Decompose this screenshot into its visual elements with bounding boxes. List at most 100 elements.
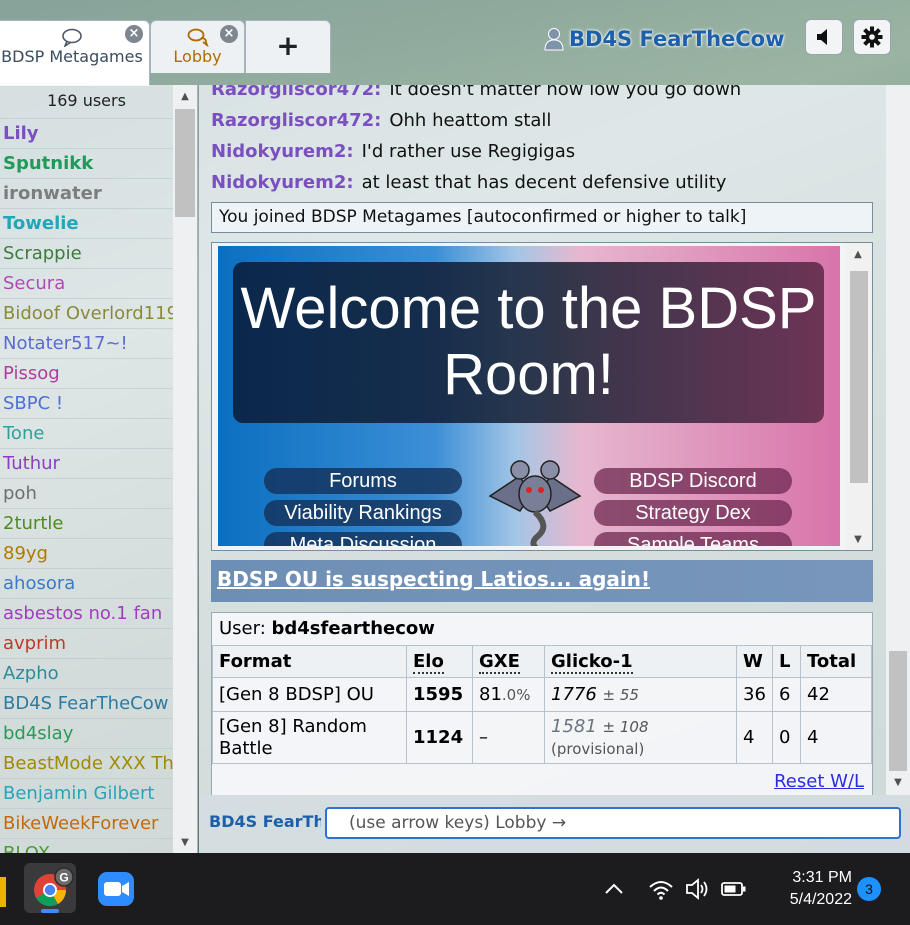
user-list-item[interactable]: ironwater (0, 179, 173, 209)
user-list-item[interactable]: avprim (0, 629, 173, 659)
welcome-banner-box: Welcome to the BDSP Room! Forums Viabili… (211, 242, 873, 551)
column-header: GXE (472, 645, 545, 678)
total-cell: 4 (800, 711, 872, 764)
options-button[interactable] (853, 19, 891, 55)
total-cell: 42 (800, 677, 872, 712)
scroll-down-icon[interactable]: ▼ (886, 773, 910, 793)
chat-username[interactable]: Razorgliscor472: (211, 85, 381, 100)
scroll-thumb[interactable] (889, 651, 907, 771)
wins-cell: 4 (736, 711, 773, 764)
scroll-down-icon[interactable]: ▼ (846, 530, 870, 550)
table-row: [Gen 8] Random Battle 1124 – 1581 ± 108(… (212, 711, 872, 764)
user-list-item[interactable]: 89yg (0, 539, 173, 569)
format-cell: [Gen 8 BDSP] OU (212, 677, 407, 712)
elo-cell: 1124 (406, 711, 473, 764)
user-list-item[interactable]: SBPC ! (0, 389, 173, 419)
tab-bdsp-metagames[interactable]: BDSP Metagames × (0, 20, 150, 86)
scroll-thumb[interactable] (850, 271, 868, 483)
user-list-item[interactable]: Secura (0, 269, 173, 299)
reset-wl-link[interactable]: Reset W/L (774, 771, 864, 792)
battery-icon[interactable] (720, 875, 748, 903)
notification-badge[interactable]: 3 (857, 877, 881, 901)
sound-button[interactable] (805, 19, 843, 55)
column-header: Glicko-1 (544, 645, 737, 678)
chevron-up-icon[interactable] (603, 875, 625, 903)
user-list-item[interactable]: Tuthur (0, 449, 173, 479)
column-header: L (772, 645, 801, 678)
user-list-item[interactable]: Towelie (0, 209, 173, 239)
user-list-item[interactable]: bd4slay (0, 719, 173, 749)
close-tab-icon[interactable]: × (125, 25, 143, 43)
user-list-item[interactable]: Bidoof Overlord119 (0, 299, 173, 329)
scroll-down-icon[interactable]: ▼ (173, 833, 197, 853)
chat-input[interactable]: (use arrow keys) Lobby → (325, 807, 901, 839)
meta-discussion-link[interactable]: Meta Discussion (264, 532, 462, 546)
user-list-item[interactable]: Tone (0, 419, 173, 449)
ranking-box: User: bd4sfearthecow Format Elo GXE Glic… (211, 612, 873, 795)
ranking-user: User: bd4sfearthecow (212, 613, 872, 645)
chrome-taskbar-button[interactable]: G (24, 863, 76, 913)
user-list-item[interactable]: Pissog (0, 359, 173, 389)
announcement-link[interactable]: BDSP OU is suspecting Latios... again! (217, 567, 650, 591)
user-list-items: Lily Sputnikk ironwater Towelie Scrappie Secu… (0, 119, 173, 853)
user-list-item[interactable]: BD4S FearTheCow (0, 689, 173, 719)
zoom-icon[interactable] (96, 871, 136, 907)
user-list-item[interactable]: Scrappie (0, 239, 173, 269)
user-list-item[interactable]: poh (0, 479, 173, 509)
chat-username[interactable]: Nidokyurem2: (211, 172, 354, 193)
chat-username[interactable]: Razorgliscor472: (211, 110, 381, 131)
chat-message: Razorgliscor472: It doesn't matter how lo… (211, 85, 741, 100)
user-list-item[interactable]: ahosora (0, 569, 173, 599)
user-list-item[interactable]: Notater517~! (0, 329, 173, 359)
username: BD4S FearTheCow (569, 27, 785, 51)
own-username[interactable]: BD4S FearTheCow (209, 812, 321, 831)
user-list-item[interactable]: Lily (0, 119, 173, 149)
viability-rankings-link[interactable]: Viability Rankings (264, 500, 462, 526)
bdsp-discord-link[interactable]: BDSP Discord (594, 468, 792, 494)
active-indicator (41, 909, 59, 913)
scroll-up-icon[interactable]: ▲ (173, 87, 197, 107)
clock-time: 3:31 PM (792, 869, 852, 886)
elo-cell: 1595 (406, 677, 473, 712)
chat-message: Nidokyurem2: at least that has decent def… (211, 172, 726, 193)
losses-cell: 0 (772, 711, 801, 764)
chat-text: Ohh heattom stall (389, 110, 552, 131)
user-list-item[interactable]: BeastMode XXX Th (0, 749, 173, 779)
user-list-item[interactable]: Benjamin Gilbert (0, 779, 173, 809)
glicko-cell: 1581 ± 108 (provisional) (544, 711, 737, 764)
tab-lobby[interactable]: Lobby × (150, 20, 245, 73)
ranking-user-value: bd4sfearthecow (271, 618, 435, 639)
scroll-up-icon[interactable]: ▲ (846, 245, 870, 265)
user-list-item[interactable]: Azpho (0, 659, 173, 689)
chat-username[interactable]: Nidokyurem2: (211, 141, 354, 162)
system-clock[interactable]: 3:31 PM 5/4/2022 (762, 867, 852, 911)
scroll-thumb[interactable] (175, 109, 195, 217)
join-notice: You joined BDSP Metagames [autoconfirmed… (211, 202, 873, 233)
user-list-item[interactable]: asbestos no.1 fan (0, 599, 173, 629)
volume-icon[interactable] (684, 875, 712, 903)
ranking-user-label: User: (219, 618, 266, 639)
tab-bar: BDSP Metagames × Lobby × + BD4S FearTheC… (0, 0, 910, 86)
user-list-item[interactable]: 2turtle (0, 509, 173, 539)
user-list-item[interactable]: BikeWeekForever (0, 809, 173, 839)
losses-cell: 6 (772, 677, 801, 712)
user-list-item[interactable]: Sputnikk (0, 149, 173, 179)
ranking-table: Format Elo GXE Glicko-1 W L Total [Gen 8… (212, 645, 872, 764)
user-button[interactable]: BD4S FearTheCow (543, 24, 785, 54)
sample-teams-link[interactable]: Sample Teams (594, 532, 792, 546)
user-icon (544, 28, 564, 51)
forums-link[interactable]: Forums (264, 468, 462, 494)
chat-log: Razorgliscor472: It doesn't matter how lo… (199, 85, 887, 795)
strategy-dex-link[interactable]: Strategy Dex (594, 500, 792, 526)
chrome-icon: G (34, 867, 74, 907)
close-tab-icon[interactable]: × (220, 25, 238, 43)
wins-cell: 36 (736, 677, 773, 712)
chat-scrollbar[interactable]: ▼ (886, 85, 910, 795)
file-explorer-icon[interactable] (0, 877, 6, 907)
user-list-scrollbar[interactable]: ▲ ▼ (173, 85, 197, 853)
wifi-icon[interactable] (648, 875, 674, 903)
banner-scrollbar[interactable]: ▲ ▼ (846, 243, 872, 550)
new-tab-button[interactable]: + (245, 20, 331, 73)
user-list-item[interactable]: BLOX (0, 839, 173, 853)
banner-title: Welcome to the BDSP Room! (240, 276, 817, 407)
